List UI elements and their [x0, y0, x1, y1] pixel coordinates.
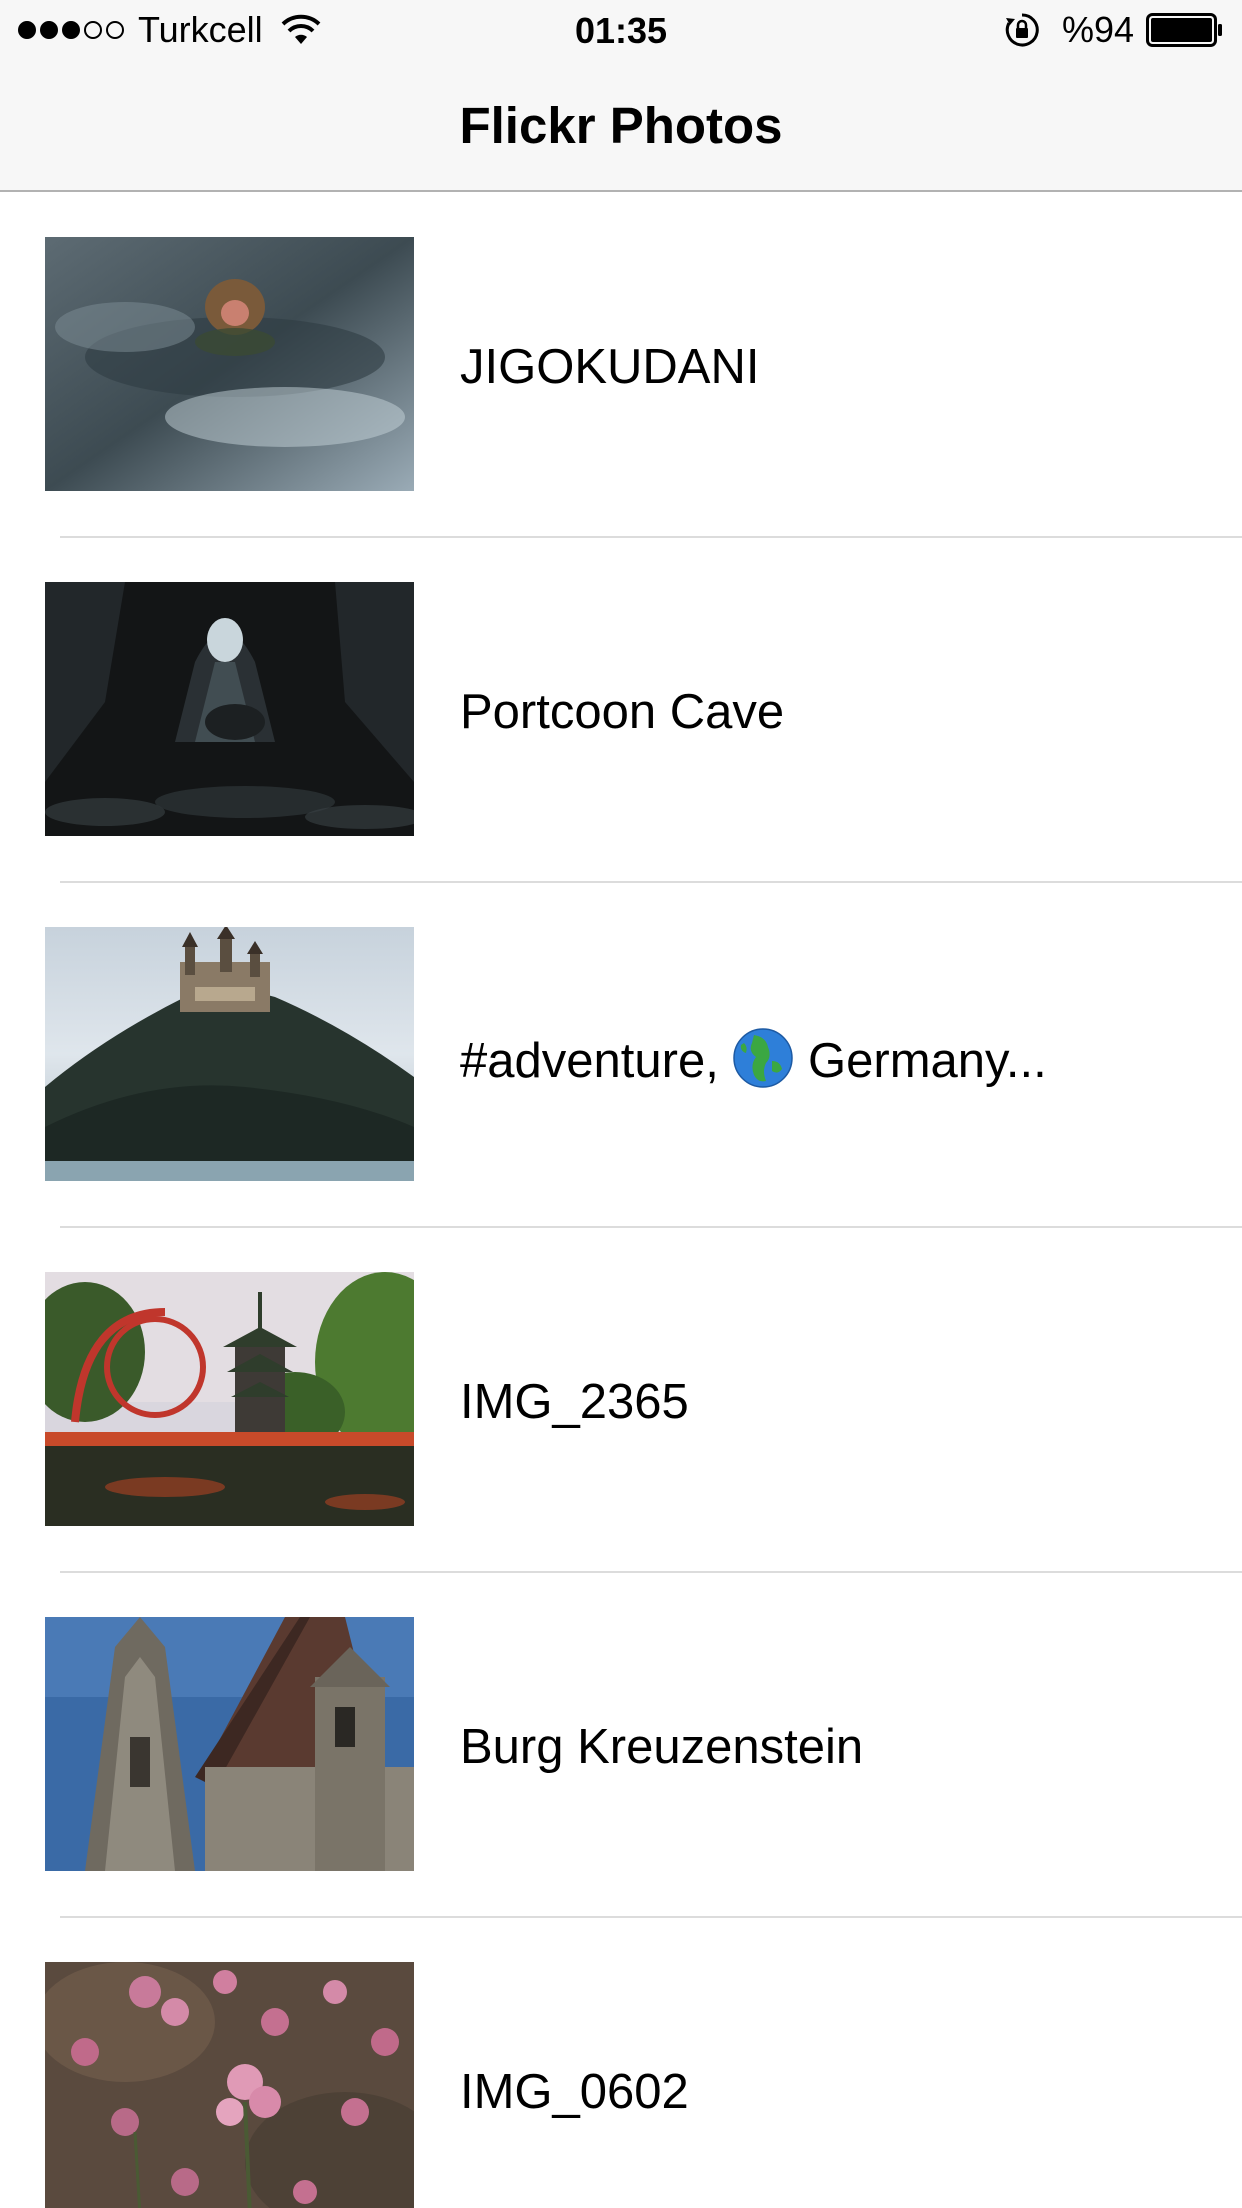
photo-title: Burg Kreuzenstein [460, 1720, 864, 1774]
photo-title: JIGOKUDANI [460, 340, 760, 394]
photo-title: IMG_2365 [460, 1375, 689, 1429]
photo-thumbnail [45, 237, 414, 491]
orientation-lock-icon [1005, 13, 1039, 47]
battery-percentage: %94 [1061, 9, 1134, 50]
globe-emoji-icon [733, 1028, 794, 1088]
list-item[interactable]: #adventure, Germany... [0, 883, 1242, 1228]
battery-icon [1146, 13, 1222, 47]
photo-title: Portcoon Cave [460, 685, 785, 739]
photo-thumbnail [45, 927, 414, 1181]
navigation-bar: Flickr Photos [0, 60, 1242, 192]
list-item[interactable]: IMG_0602 [0, 1918, 1242, 2208]
list-item[interactable]: Portcoon Cave [0, 538, 1242, 883]
list-item[interactable]: JIGOKUDANI [0, 193, 1242, 538]
status-bar: Turkcell 01:35 %94 [0, 0, 1242, 60]
photo-title: IMG_0602 [460, 2065, 689, 2119]
photo-thumbnail [45, 1962, 414, 2208]
photo-thumbnail [45, 582, 414, 836]
list-item[interactable]: IMG_2365 [0, 1228, 1242, 1573]
photo-thumbnail [45, 1617, 414, 1871]
photo-list[interactable]: JIGOKUDANI Portcoon Cave #adventure, Ger… [0, 193, 1242, 2208]
status-right: %94 [1004, 9, 1224, 50]
photo-title: #adventure, Germany... [460, 1027, 1047, 1091]
page-title: Flickr Photos [459, 97, 783, 154]
photo-thumbnail [45, 1272, 414, 1526]
list-item[interactable]: Burg Kreuzenstein [0, 1573, 1242, 1918]
